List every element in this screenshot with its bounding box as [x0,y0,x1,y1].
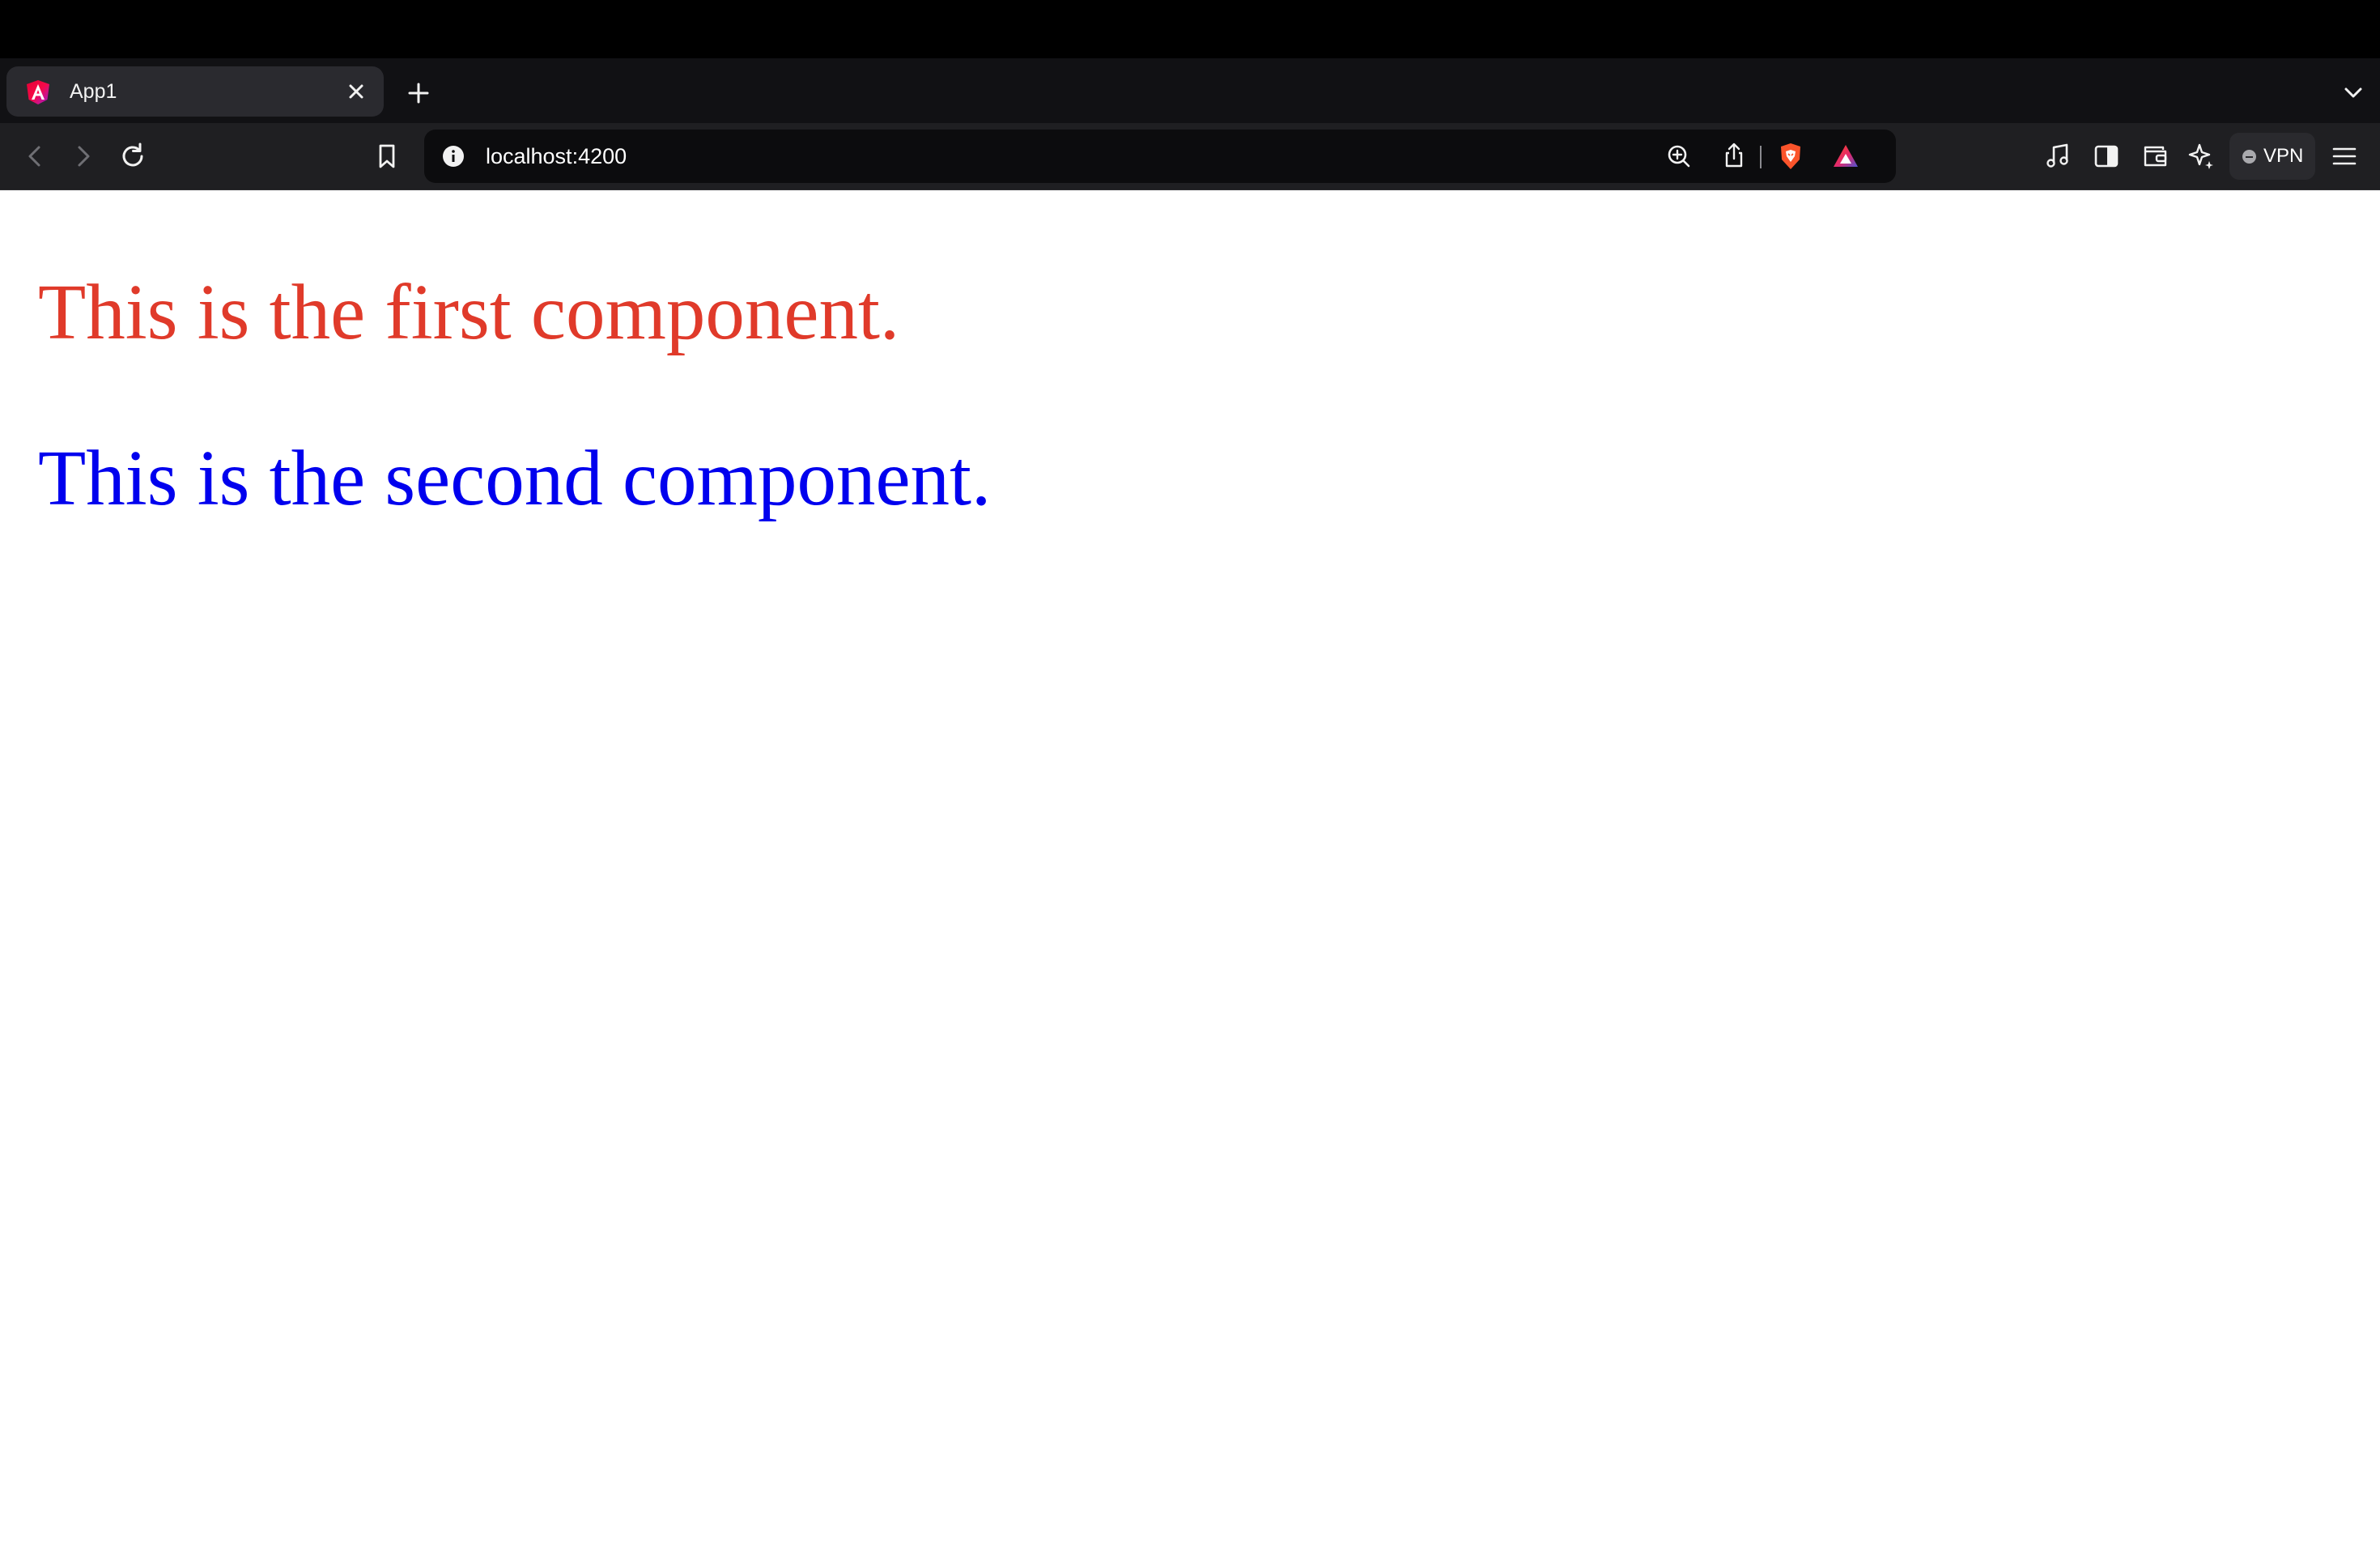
back-arrow-icon[interactable] [19,140,52,172]
hamburger-menu-icon[interactable] [2328,140,2361,172]
wallet-icon[interactable] [2139,140,2171,172]
page-content: This is the first component. This is the… [0,190,2380,1548]
browser-toolbar: localhost:4200 VPN [0,123,2380,190]
vpn-label: VPN [2263,145,2304,167]
sidebar-icon[interactable] [2090,140,2123,172]
second-component-text: This is the second component. [38,435,992,521]
music-icon[interactable] [2042,140,2074,172]
url-text[interactable]: localhost:4200 [486,130,627,183]
leo-ai-icon[interactable] [2186,140,2218,172]
tab-strip: App1 [0,58,2380,123]
address-bar[interactable]: localhost:4200 [424,130,1896,183]
close-icon[interactable] [343,79,369,104]
vpn-button[interactable]: VPN [2229,133,2315,180]
new-tab-button[interactable] [403,78,434,108]
url-divider [1760,146,1762,168]
zoom-in-icon[interactable] [1663,140,1695,172]
chevron-down-icon[interactable] [2340,79,2367,107]
reload-icon[interactable] [117,140,149,172]
window-title-bar [0,0,2380,58]
info-icon[interactable] [437,140,470,172]
bookmark-icon[interactable] [371,140,403,172]
tab-app1[interactable]: App1 [6,66,384,117]
forward-arrow-icon[interactable] [66,140,99,172]
brave-rewards-icon[interactable] [1830,140,1862,172]
vpn-status-icon [2242,150,2256,164]
share-icon[interactable] [1718,140,1750,172]
first-component-text: This is the first component. [38,269,900,355]
angular-logo-icon [24,79,52,106]
brave-shields-icon[interactable] [1774,140,1807,172]
tab-title: App1 [70,80,117,103]
